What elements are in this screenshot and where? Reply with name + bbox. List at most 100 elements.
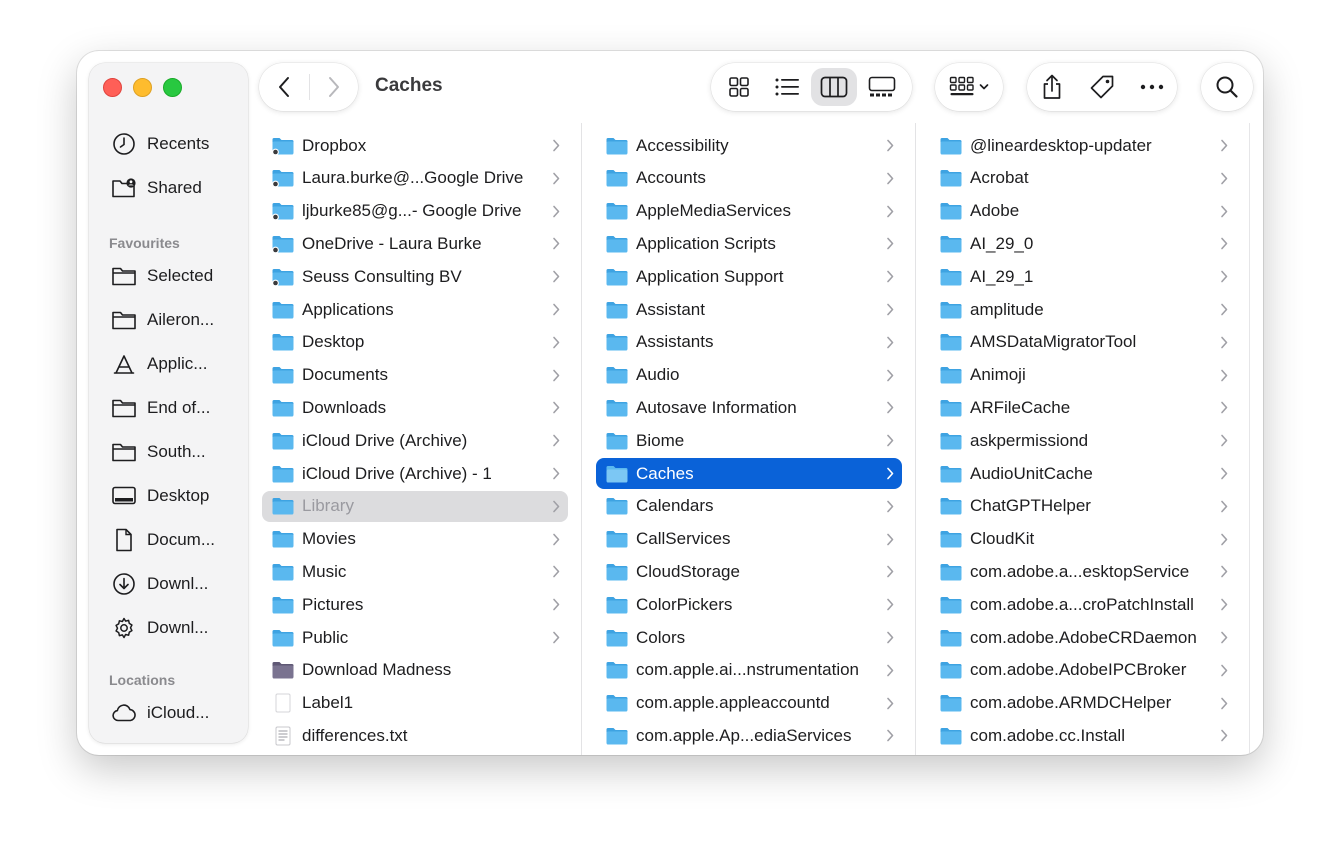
folder-icon: [940, 465, 962, 482]
list-view-button[interactable]: [763, 67, 811, 107]
list-item[interactable]: AI_29_0: [930, 228, 1236, 259]
list-item[interactable]: Public: [262, 622, 568, 653]
folder-icon: [606, 334, 628, 351]
chevron-right-icon: [1221, 369, 1228, 381]
sidebar-item-icloud[interactable]: iCloud...: [111, 696, 241, 730]
chevron-right-icon: [1221, 238, 1228, 250]
tag-button[interactable]: [1077, 63, 1127, 111]
list-item[interactable]: Download Madness: [262, 655, 568, 686]
list-item[interactable]: askpermissiond: [930, 425, 1236, 456]
list-item[interactable]: CallServices: [596, 524, 902, 555]
sidebar-item-downloads-2[interactable]: Downl...: [111, 611, 241, 645]
list-item[interactable]: com.adobe.AdobeIPCBroker: [930, 655, 1236, 686]
list-item[interactable]: @lineardesktop-updater: [930, 130, 1236, 161]
list-item[interactable]: com.adobe.a...croPatchInstall: [930, 589, 1236, 620]
list-item[interactable]: Caches: [596, 458, 902, 489]
list-item[interactable]: Accessibility: [596, 130, 902, 161]
sidebar-item-downloads[interactable]: Downl...: [111, 567, 241, 601]
list-item[interactable]: AI_29_1: [930, 261, 1236, 292]
minimize-button[interactable]: [133, 78, 152, 97]
list-item[interactable]: AppleMediaServices: [596, 196, 902, 227]
list-item-label: ARFileCache: [970, 397, 1071, 417]
list-item[interactable]: com.adobe.ARMDCHelper: [930, 688, 1236, 719]
gallery-view-button[interactable]: [857, 67, 907, 107]
list-item[interactable]: Label1: [262, 688, 568, 719]
list-item[interactable]: Autosave Information: [596, 392, 902, 423]
list-item[interactable]: Laura.burke@...Google Drive: [262, 163, 568, 194]
list-item[interactable]: CloudStorage: [596, 556, 902, 587]
list-item[interactable]: Accounts: [596, 163, 902, 194]
list-item[interactable]: ljburke85@g...- Google Drive: [262, 196, 568, 227]
list-item[interactable]: com.apple.Ap...ediaServices: [596, 720, 902, 751]
list-item[interactable]: Seuss Consulting BV: [262, 261, 568, 292]
sidebar-item-selected[interactable]: Selected: [111, 259, 241, 293]
list-item[interactable]: com.adobe.a...esktopService: [930, 556, 1236, 587]
list-item[interactable]: com.adobe.cc.Install: [930, 720, 1236, 751]
search-button[interactable]: [1201, 63, 1253, 111]
list-item[interactable]: iCloud Drive (Archive): [262, 425, 568, 456]
list-item[interactable]: Documents: [262, 360, 568, 391]
list-item[interactable]: differences.txt: [262, 720, 568, 751]
list-item[interactable]: Applications: [262, 294, 568, 325]
forward-button[interactable]: [310, 63, 358, 111]
list-item[interactable]: Adobe: [930, 196, 1236, 227]
list-item[interactable]: com.apple.ai...nstrumentation: [596, 655, 902, 686]
list-item[interactable]: ARFileCache: [930, 392, 1236, 423]
column-view-button[interactable]: [811, 68, 857, 106]
sidebar-item-recents[interactable]: Recents: [111, 127, 241, 161]
list-item[interactable]: ColorPickers: [596, 589, 902, 620]
list-item[interactable]: Movies: [262, 524, 568, 555]
list-item[interactable]: Animoji: [930, 360, 1236, 391]
sidebar-item-desktop[interactable]: Desktop: [111, 479, 241, 513]
folder-icon: [606, 367, 628, 384]
sidebar-item-south[interactable]: South...: [111, 435, 241, 469]
folder-icon: [940, 268, 962, 286]
sidebar-item-shared[interactable]: Shared: [111, 171, 241, 205]
more-button[interactable]: [1127, 63, 1177, 111]
list-item[interactable]: Audio: [596, 360, 902, 391]
list-item[interactable]: OneDrive - Laura Burke: [262, 228, 568, 259]
folder-icon: [606, 498, 628, 515]
list-item[interactable]: AudioUnitCache: [930, 458, 1236, 489]
list-item[interactable]: Acrobat: [930, 163, 1236, 194]
list-item[interactable]: AMSDataMigratorTool: [930, 327, 1236, 358]
list-item-label: Calendars: [636, 496, 714, 516]
folder-icon: [272, 203, 294, 221]
list-item[interactable]: Downloads: [262, 392, 568, 423]
list-item[interactable]: Colors: [596, 622, 902, 653]
chevron-right-icon: [553, 467, 560, 480]
list-item[interactable]: Dropbox: [262, 130, 568, 161]
list-item[interactable]: ChatGPTHelper: [930, 491, 1236, 522]
list-item[interactable]: Application Support: [596, 261, 902, 292]
list-item[interactable]: iCloud Drive (Archive) - 1: [262, 458, 568, 489]
list-item[interactable]: Application Scripts: [596, 228, 902, 259]
group-by-button[interactable]: [935, 63, 1003, 111]
sidebar-item-applications[interactable]: Applic...: [111, 347, 241, 381]
list-item[interactable]: CloudKit: [930, 524, 1236, 555]
zoom-button[interactable]: [163, 78, 182, 97]
sidebar-item-documents[interactable]: Docum...: [111, 523, 241, 557]
list-item[interactable]: com.adobe.AdobeCRDaemon: [930, 622, 1236, 653]
folder-icon: [272, 235, 294, 254]
sidebar-item-aileron[interactable]: Aileron...: [111, 303, 241, 337]
column-scrollbar[interactable]: [1249, 123, 1250, 755]
list-item[interactable]: com.apple.appleaccountd: [596, 688, 902, 719]
share-button[interactable]: [1027, 63, 1077, 111]
list-item[interactable]: Desktop: [262, 327, 568, 358]
list-item[interactable]: Assistants: [596, 327, 902, 358]
folder-icon: [940, 727, 962, 745]
chevron-right-icon: [553, 303, 560, 316]
list-item[interactable]: Music: [262, 556, 568, 587]
list-item[interactable]: Library: [262, 490, 568, 522]
list-item[interactable]: Biome: [596, 425, 902, 456]
list-item[interactable]: Pictures: [262, 589, 568, 620]
folder-icon: [272, 432, 294, 450]
grid-view-button[interactable]: [715, 67, 763, 107]
list-item[interactable]: Calendars: [596, 491, 902, 522]
folder-icon: [606, 432, 628, 450]
back-button[interactable]: [259, 63, 309, 111]
sidebar-item-end-of[interactable]: End of...: [111, 391, 241, 425]
list-item[interactable]: Assistant: [596, 294, 902, 325]
list-item[interactable]: amplitude: [930, 294, 1236, 325]
close-button[interactable]: [103, 78, 122, 97]
